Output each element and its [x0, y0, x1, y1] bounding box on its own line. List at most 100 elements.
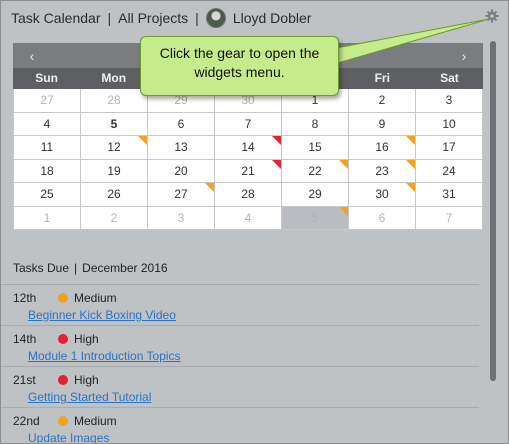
task-due-flag: [406, 159, 415, 169]
calendar-day[interactable]: 4: [14, 112, 81, 136]
calendar-day-number: 16: [375, 140, 389, 154]
task-due-flag: [272, 136, 281, 145]
calendar-day-number: 11: [40, 140, 54, 154]
calendar-day-number: 3: [445, 93, 453, 107]
calendar-day-number: 5: [311, 210, 319, 225]
calendar-day[interactable]: 21: [215, 159, 282, 183]
tasks-heading-label: Tasks Due: [13, 261, 70, 275]
calendar-day-number: 19: [107, 163, 121, 178]
calendar-day[interactable]: 19: [81, 159, 148, 183]
calendar-day[interactable]: 12: [81, 136, 148, 160]
calendar-day[interactable]: 5: [282, 206, 349, 230]
priority-dot: [58, 375, 68, 385]
gear-icon[interactable]: [485, 9, 499, 23]
next-month-button[interactable]: ›: [457, 48, 471, 64]
calendar-day[interactable]: 6: [148, 112, 215, 136]
priority-dot: [58, 334, 68, 344]
calendar-day-number: 4: [43, 116, 51, 131]
calendar-day[interactable]: 27: [148, 183, 215, 207]
calendar-day-number: 27: [40, 93, 54, 107]
calendar-day[interactable]: 7: [215, 112, 282, 136]
calendar-day[interactable]: 8: [282, 112, 349, 136]
calendar-day[interactable]: 7: [416, 206, 483, 230]
calendar-day-number: 2: [110, 210, 118, 225]
task-link[interactable]: Module 1 Introduction Topics: [28, 349, 181, 363]
calendar-day-number: 17: [442, 140, 456, 154]
calendar-day[interactable]: 28: [215, 183, 282, 207]
calendar-day[interactable]: 18: [14, 159, 81, 183]
calendar-day[interactable]: 27: [14, 89, 81, 113]
calendar-day[interactable]: 22: [282, 159, 349, 183]
task-due-flag: [406, 136, 415, 145]
calendar-day[interactable]: 16: [349, 136, 416, 160]
calendar-grid: 27 28 29 30 1 2 3 4 5 6 7 8 9 10 11 12 13 14 15 16 17 18 19 20 2…: [13, 89, 483, 230]
calendar-day[interactable]: 25: [14, 183, 81, 207]
task-due-date: 22nd: [13, 414, 40, 428]
calendar-day[interactable]: 14: [215, 136, 282, 160]
calendar-day[interactable]: 26: [81, 183, 148, 207]
calendar-day[interactable]: 5: [81, 112, 148, 136]
task-meta: 12th Medium: [13, 291, 117, 305]
calendar-day-number: 9: [378, 116, 386, 131]
widget-header: Task Calendar | All Projects | Lloyd Dob…: [1, 1, 508, 34]
calendar-day-number: 24: [442, 163, 456, 178]
task-meta: 21st High: [13, 373, 99, 387]
tasks-heading-separator: |: [74, 261, 78, 275]
calendar-day[interactable]: 20: [148, 159, 215, 183]
calendar-day-number: 28: [241, 187, 255, 201]
calendar-day[interactable]: 13: [148, 136, 215, 160]
task-item: 21st High Getting Started Tutorial: [1, 366, 479, 407]
priority-dot: [58, 416, 68, 426]
task-link[interactable]: Beginner Kick Boxing Video: [28, 308, 176, 322]
prev-month-button[interactable]: ‹: [25, 48, 39, 64]
calendar-day[interactable]: 15: [282, 136, 349, 160]
calendar-day[interactable]: 10: [416, 112, 483, 136]
calendar-day[interactable]: 2: [349, 89, 416, 113]
task-meta: 14th High: [13, 332, 99, 346]
calendar-day[interactable]: 24: [416, 159, 483, 183]
calendar-day-number: 12: [107, 140, 121, 154]
calendar-day[interactable]: 9: [349, 112, 416, 136]
task-priority: High: [74, 373, 99, 387]
calendar-day[interactable]: 11: [14, 136, 81, 160]
calendar-day-number: 8: [311, 116, 319, 131]
avatar: [205, 7, 226, 28]
calendar-day-number: 26: [107, 187, 121, 201]
calendar-day[interactable]: 31: [416, 183, 483, 207]
task-link[interactable]: Getting Started Tutorial: [28, 390, 151, 404]
calendar-day[interactable]: 23: [349, 159, 416, 183]
calendar-day[interactable]: 6: [349, 206, 416, 230]
calendar-day[interactable]: 1: [14, 206, 81, 230]
task-item: 22nd Medium Update Images: [1, 407, 479, 443]
calendar-day[interactable]: 30: [349, 183, 416, 207]
calendar-day[interactable]: 2: [81, 206, 148, 230]
widget-title: Task Calendar: [11, 9, 101, 26]
weekday-label: Sat: [440, 71, 459, 85]
calendar-day[interactable]: 3: [416, 89, 483, 113]
user-name[interactable]: Lloyd Dobler: [233, 10, 312, 26]
user-separator: |: [195, 9, 199, 26]
calendar-day[interactable]: 29: [282, 183, 349, 207]
project-filter[interactable]: All Projects: [118, 10, 188, 26]
calendar-day[interactable]: 17: [416, 136, 483, 160]
scrollbar-thumb[interactable]: [490, 41, 496, 381]
calendar-day-number: 18: [40, 163, 54, 178]
calendar-day-number: 13: [174, 140, 188, 154]
calendar-day[interactable]: 3: [148, 206, 215, 230]
calendar-day-number: 14: [241, 140, 255, 154]
task-due-date: 14th: [13, 332, 37, 346]
calendar-day-number: 29: [308, 187, 322, 201]
task-link[interactable]: Update Images: [28, 431, 109, 443]
weekday-label: Sun: [35, 71, 58, 85]
task-due-flag: [339, 206, 348, 216]
tasks-month: December 2016: [82, 261, 168, 275]
task-meta: 22nd Medium: [13, 414, 117, 428]
calendar-day-number: 7: [244, 116, 252, 131]
calendar-day-number: 2: [378, 93, 386, 107]
calendar-day[interactable]: 28: [81, 89, 148, 113]
calendar-day[interactable]: 4: [215, 206, 282, 230]
weekday-label: Mon: [101, 71, 127, 85]
task-calendar-widget: Task Calendar | All Projects | Lloyd Dob…: [0, 0, 509, 444]
calendar-day-number: 31: [442, 187, 456, 201]
calendar-day-number: 15: [308, 140, 322, 154]
